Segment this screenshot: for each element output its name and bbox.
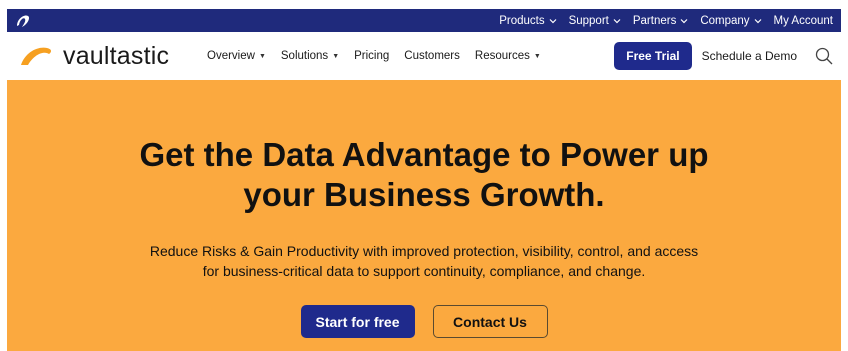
- start-for-free-button[interactable]: Start for free: [300, 305, 415, 338]
- util-products-label: Products: [499, 14, 545, 27]
- util-products[interactable]: Products: [499, 14, 557, 27]
- brand-mark[interactable]: [15, 13, 31, 29]
- hero-title: Get the Data Advantage to Power up your …: [7, 135, 841, 215]
- logo-swoosh-icon: [21, 47, 52, 65]
- menu-resources-label: Resources: [474, 50, 530, 62]
- main-nav: vaultastic Overview ▼ Solutions ▼ Pricin…: [7, 32, 841, 80]
- menu-pricing[interactable]: Pricing: [354, 50, 389, 62]
- hero-section: Get the Data Advantage to Power up your …: [7, 80, 841, 351]
- util-partners[interactable]: Partners: [633, 15, 688, 27]
- caret-down-icon: ▼: [258, 52, 266, 60]
- menu-customers[interactable]: Customers: [404, 50, 460, 62]
- util-my-account-label: My Account: [773, 14, 833, 27]
- util-my-account[interactable]: My Account: [774, 15, 833, 27]
- util-company-label: Company: [700, 14, 750, 27]
- menu-customers-label: Customers: [404, 50, 460, 62]
- logo-text: vaultastic: [63, 41, 170, 70]
- utility-bar: Products Support Partners Company My Acc…: [7, 9, 841, 32]
- swoosh-icon: [17, 15, 30, 27]
- util-support[interactable]: Support: [569, 15, 621, 27]
- menu-resources[interactable]: Resources ▼: [475, 50, 541, 62]
- util-support-label: Support: [568, 14, 609, 27]
- logo[interactable]: vaultastic: [19, 42, 207, 71]
- util-company[interactable]: Company: [700, 15, 761, 27]
- util-partners-label: Partners: [632, 14, 677, 27]
- menu-overview[interactable]: Overview ▼: [207, 50, 266, 62]
- hero-title-line-2: your Business Growth.: [243, 176, 605, 213]
- caret-down-icon: ▼: [533, 52, 541, 60]
- hero-subtitle-line-2: for business-critical data to support co…: [202, 263, 646, 279]
- contact-us-button[interactable]: Contact Us: [432, 305, 548, 338]
- menu-solutions-label: Solutions: [280, 50, 329, 62]
- hero-subtitle-line-1: Reduce Risks & Gain Productivity with im…: [149, 243, 699, 259]
- primary-menu: Overview ▼ Solutions ▼ Pricing Customers…: [207, 50, 614, 62]
- hero-title-line-1: Get the Data Advantage to Power up: [139, 136, 709, 173]
- page: Products Support Partners Company My Acc…: [7, 9, 841, 351]
- free-trial-button[interactable]: Free Trial: [614, 42, 692, 70]
- menu-pricing-label: Pricing: [354, 50, 390, 62]
- utility-nav: Products Support Partners Company My Acc…: [499, 15, 833, 27]
- chevron-down-icon: [754, 18, 761, 23]
- search-button[interactable]: [815, 47, 833, 65]
- schedule-demo-link[interactable]: Schedule a Demo: [702, 49, 797, 63]
- search-icon: [815, 47, 833, 65]
- menu-overview-label: Overview: [207, 50, 255, 62]
- cta-row: Start for free Contact Us: [7, 305, 841, 338]
- hero-subtitle: Reduce Risks & Gain Productivity with im…: [7, 241, 841, 281]
- chevron-down-icon: [613, 18, 621, 23]
- chevron-down-icon: [680, 18, 688, 23]
- menu-solutions[interactable]: Solutions ▼: [281, 50, 339, 62]
- nav-actions: Free Trial Schedule a Demo: [614, 42, 833, 70]
- caret-down-icon: ▼: [332, 52, 340, 60]
- chevron-down-icon: [549, 18, 557, 23]
